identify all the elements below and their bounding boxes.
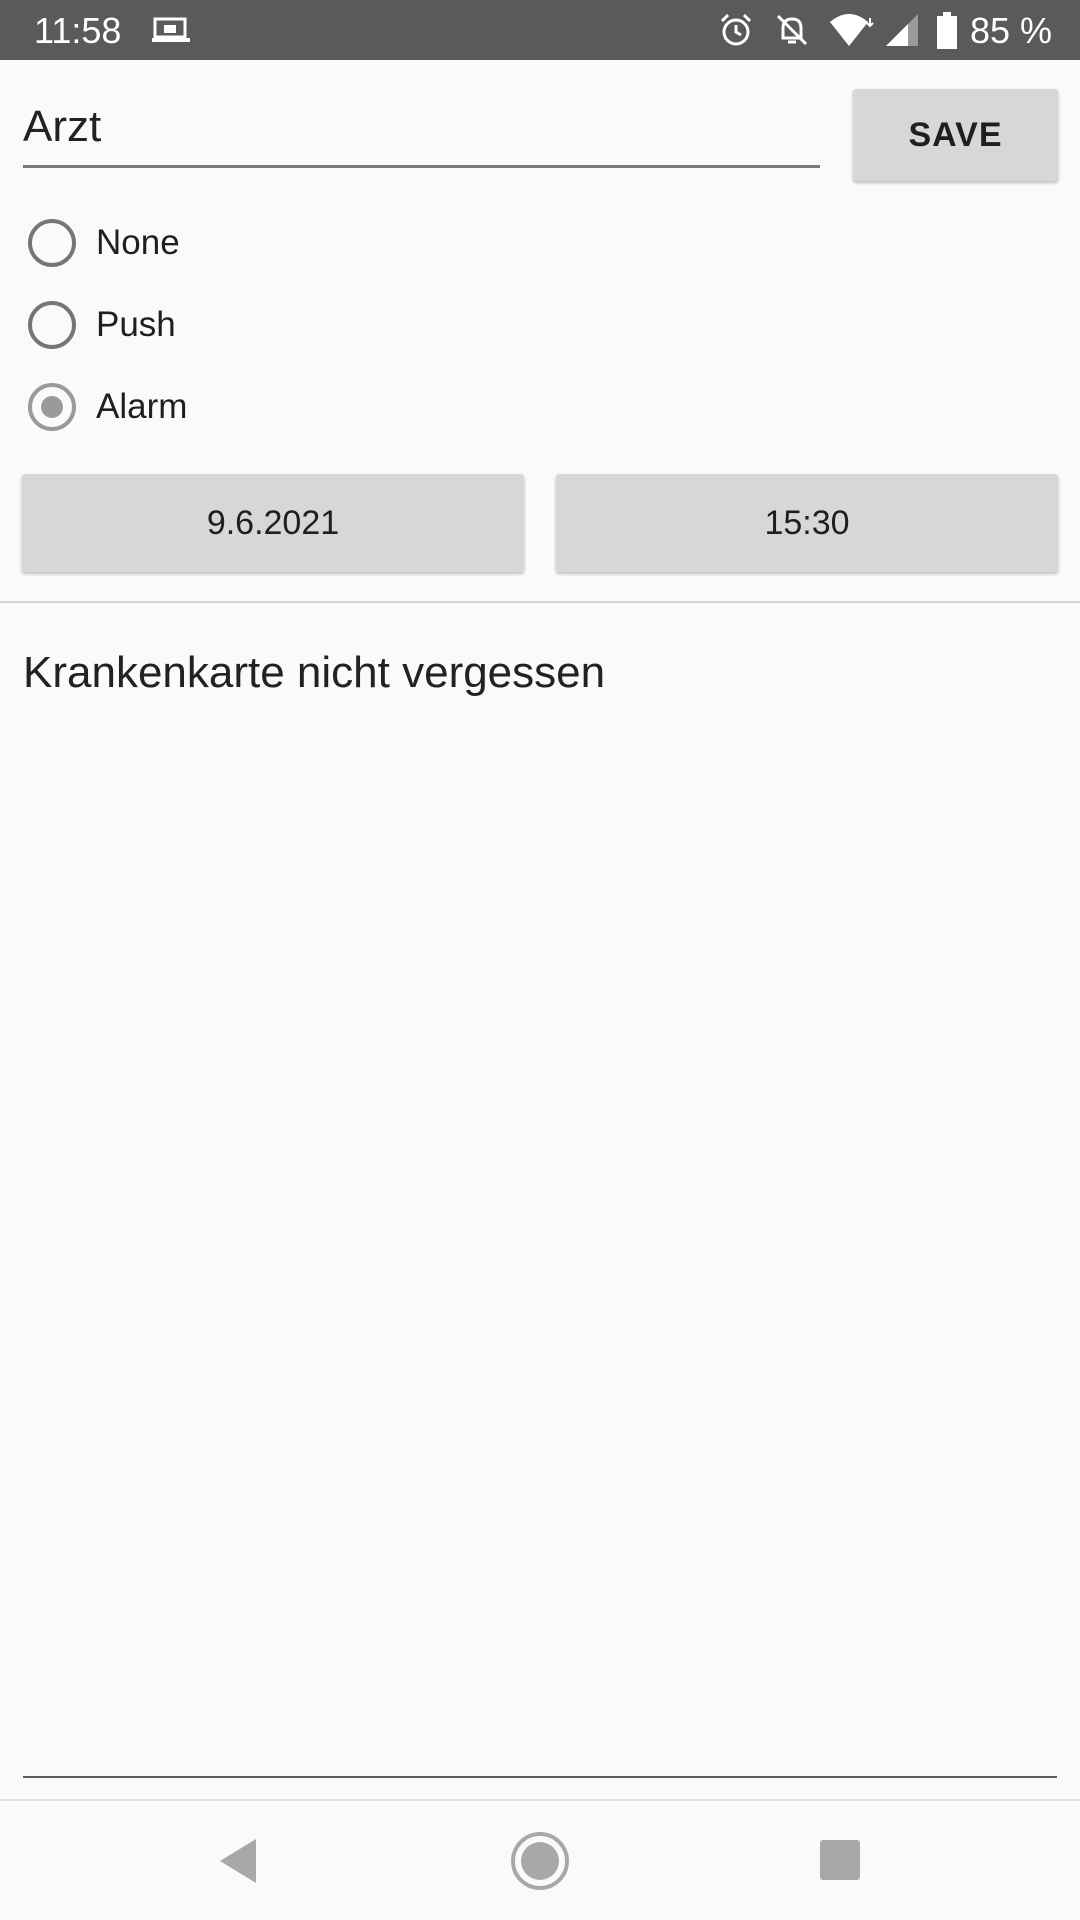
- recents-icon[interactable]: [820, 1840, 860, 1880]
- back-icon[interactable]: [218, 1837, 258, 1885]
- divider: [0, 601, 1080, 603]
- radio-alarm-circle[interactable]: [28, 383, 76, 431]
- home-icon[interactable]: [510, 1831, 570, 1891]
- radio-none-circle[interactable]: [28, 219, 76, 267]
- status-bar: 11:58 85 %: [0, 0, 1080, 60]
- navigation-bar: [0, 1801, 1080, 1920]
- radio-push-circle[interactable]: [28, 301, 76, 349]
- cast-icon: [152, 17, 190, 42]
- notifications-off-icon: [776, 14, 808, 46]
- wifi-icon: [830, 14, 874, 46]
- status-time: 11:58: [34, 10, 122, 51]
- radio-alarm-label: Alarm: [96, 387, 188, 426]
- cell-signal-icon: [886, 14, 918, 46]
- note-input-value: Krankenkarte nicht vergessen: [23, 648, 606, 697]
- alarm-clock-icon: [720, 13, 752, 46]
- title-input-value: Arzt: [23, 102, 102, 151]
- battery-percent: 85 %: [970, 10, 1053, 51]
- note-input[interactable]: Krankenkarte nicht vergessen: [23, 640, 1057, 1778]
- title-input[interactable]: Arzt: [23, 92, 820, 168]
- battery-icon: [937, 12, 957, 49]
- radio-alarm-selected-dot: [41, 396, 63, 418]
- date-button[interactable]: 9.6.2021: [22, 474, 524, 572]
- time-button[interactable]: 15:30: [556, 474, 1058, 572]
- radio-push-label: Push: [96, 305, 176, 344]
- save-button[interactable]: SAVE: [853, 89, 1058, 181]
- radio-none-label: None: [96, 223, 180, 262]
